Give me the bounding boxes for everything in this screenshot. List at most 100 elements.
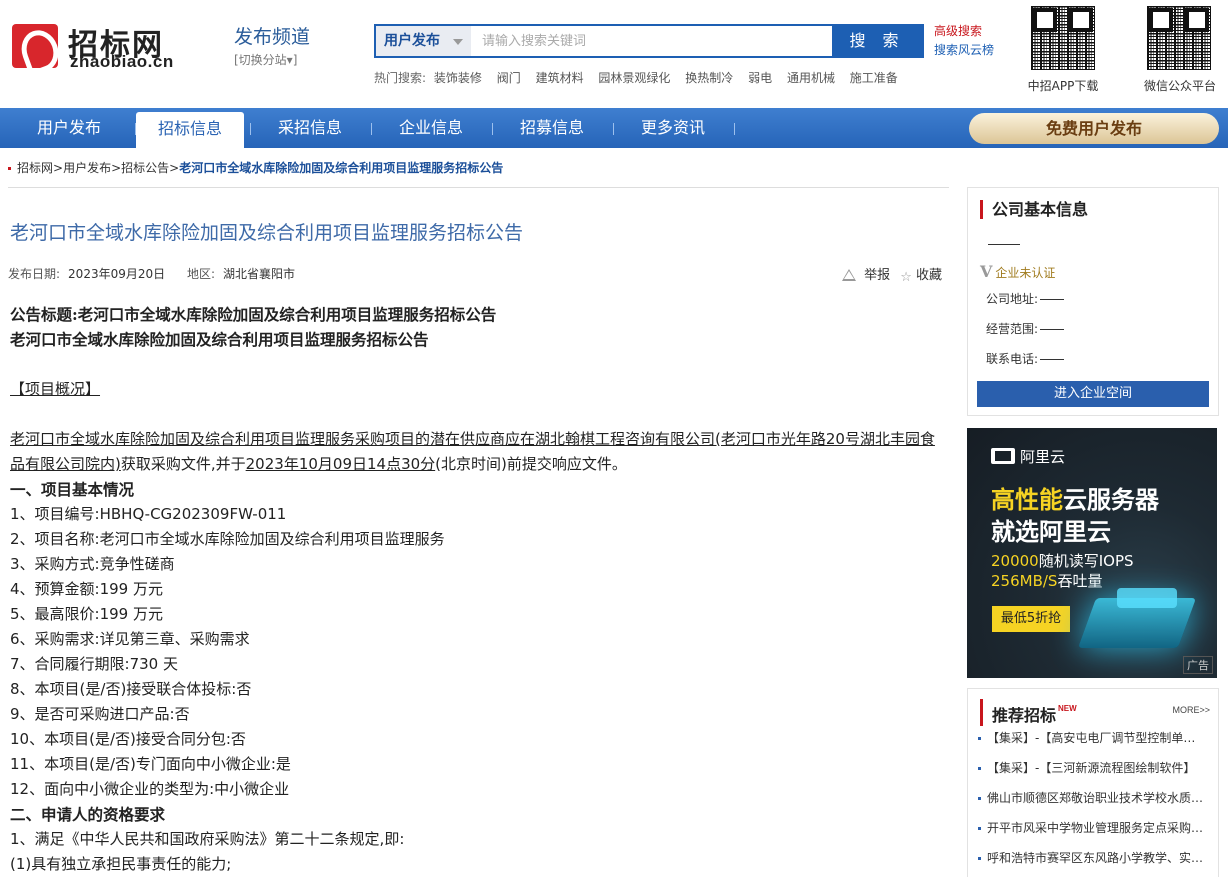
recommend-item[interactable]: 开平市风采中学物业管理服务定点采购项目 xyxy=(978,819,1206,836)
section-heading: 二、申请人的资格要求 xyxy=(10,805,166,824)
nav-divider xyxy=(250,123,251,135)
nav-item-user-publish[interactable]: 用户发布 xyxy=(22,108,116,148)
app-download-qr-icon xyxy=(1031,6,1095,70)
recommend-item-text: 【集采】-【三河新源流程图绘制软件】 xyxy=(987,761,1196,775)
breadcrumb-divider xyxy=(8,187,949,188)
basic-info-line: 12、面向中小微企业的类型为:中小微企业 xyxy=(10,780,290,798)
region-label: 地区: xyxy=(186,267,216,281)
ad-cta-button[interactable]: 最低5折抢 xyxy=(992,606,1070,632)
hot-search-item[interactable]: 建筑材料 xyxy=(536,71,584,85)
recommend-item-text: 呼和浩特市赛罕区东风路小学教学、实验设备 xyxy=(987,851,1206,865)
nav-item-company-info[interactable]: 企业信息 xyxy=(384,108,478,148)
breadcrumb-current: 老河口市全域水库除险加固及综合利用项目监理服务招标公告 xyxy=(179,161,504,175)
basic-info-line: 11、本项目(是/否)专门面向中小微企业:是 xyxy=(10,755,291,773)
ad-throughput-num: 256MB/S xyxy=(991,572,1058,590)
search-button[interactable]: 搜 索 xyxy=(832,26,922,56)
nav-divider xyxy=(492,123,493,135)
hot-search-item[interactable]: 弱电 xyxy=(748,71,772,85)
recommend-item[interactable]: 呼和浩特市赛罕区东风路小学教学、实验设备 xyxy=(978,849,1206,866)
recommend-title-text: 推荐招标 xyxy=(992,706,1057,725)
hot-search-item[interactable]: 通用机械 xyxy=(787,71,835,85)
ad-tag: 广告 xyxy=(1183,656,1213,674)
site-logo[interactable]: 招标网 zhaobiao.cn xyxy=(12,20,192,72)
nav-item-more-news[interactable]: 更多资讯 xyxy=(626,108,720,148)
aliyun-logo-icon xyxy=(991,448,1015,464)
company-address-label: 公司地址: xyxy=(986,292,1039,306)
more-link[interactable]: MORE>> xyxy=(1172,705,1210,715)
company-info-panel: 公司基本信息 V 企业未认证 公司地址: 经营范围: 联系电话: 进入企业空间 xyxy=(967,187,1219,416)
channel-block: 发布频道 [切换分站▾] xyxy=(234,22,310,68)
basic-info-line: 1、项目编号:HBHQ-CG202309FW-011 xyxy=(10,505,287,523)
aliyun-ad-banner[interactable]: 阿里云 高性能云服务器 就选阿里云 20000随机读写IOPS 256MB/S吞… xyxy=(967,428,1217,678)
main-nav: 用户发布 招标信息 采招信息 企业信息 招募信息 更多资讯 免费用户发布 xyxy=(0,108,1228,148)
hot-search-item[interactable]: 装饰装修 xyxy=(434,71,482,85)
server-top-icon xyxy=(1117,588,1177,608)
recommended-tenders-panel: 推荐招标 NEW MORE>> 【集采】-【高安屯电厂调节型控制单元】 【集采】-… xyxy=(967,688,1219,877)
search-category-label: 用户发布 xyxy=(384,33,440,49)
intro-text: 获取采购文件,并于 xyxy=(120,455,246,473)
overview-heading: 【项目概况】 xyxy=(10,380,101,398)
basic-info-line: 2、项目名称:老河口市全域水库除险加固及综合利用项目监理服务 xyxy=(10,530,445,548)
company-scope-row: 经营范围: xyxy=(986,320,1065,337)
qualification-line: (1)具有独立承担民事责任的能力; xyxy=(10,855,232,873)
notice-heading-sub: 老河口市全域水库除险加固及综合利用项目监理服务招标公告 xyxy=(10,330,429,349)
recommend-item-text: 开平市风采中学物业管理服务定点采购项目 xyxy=(987,821,1206,835)
ad-brand: 阿里云 xyxy=(991,446,1065,467)
wechat-label[interactable]: 微信公众平台 xyxy=(1133,77,1227,94)
hot-search-item[interactable]: 换热制冷 xyxy=(685,71,733,85)
verify-status-text: 企业未认证 xyxy=(995,266,1056,280)
recommend-item[interactable]: 【集采】-【高安屯电厂调节型控制单元】 xyxy=(978,729,1206,746)
hot-search-item[interactable]: 阀门 xyxy=(497,71,521,85)
app-download-label[interactable]: 中招APP下载 xyxy=(1016,77,1110,94)
breadcrumb-item[interactable]: 招标网 xyxy=(17,161,53,175)
basic-info-line: 5、最高限价:199 万元 xyxy=(10,605,163,623)
report-link[interactable]: 举报 xyxy=(864,268,890,283)
favorite-link[interactable]: 收藏 xyxy=(916,268,942,283)
bullet-icon xyxy=(8,167,11,170)
ad-throughput-text: 吞吐量 xyxy=(1057,572,1103,590)
search-input[interactable] xyxy=(472,26,834,56)
article-body: 公告标题:老河口市全域水库除险加固及综合利用项目监理服务招标公告 老河口市全域水… xyxy=(10,302,945,877)
company-phone-label: 联系电话: xyxy=(986,352,1039,366)
breadcrumb: 招标网>用户发布>招标公告>老河口市全域水库除险加固及综合利用项目监理服务招标公… xyxy=(8,159,503,176)
basic-info-line: 9、是否可采购进口产品:否 xyxy=(10,705,190,723)
search-category-select[interactable]: 用户发布 xyxy=(376,26,471,56)
advanced-search-link[interactable]: 高级搜索 xyxy=(934,22,994,41)
search-ranking-link[interactable]: 搜索风云榜 xyxy=(934,41,994,60)
hot-searches: 热门搜索: 装饰装修 阀门 建筑材料 园林景观绿化 换热制冷 弱电 通用机械 施… xyxy=(374,69,909,86)
article-title: 老河口市全域水库除险加固及综合利用项目监理服务招标公告 xyxy=(10,222,524,244)
recommend-item[interactable]: 【集采】-【三河新源流程图绘制软件】 xyxy=(978,759,1206,776)
ad-brand-text: 阿里云 xyxy=(1020,448,1066,466)
hot-search-item[interactable]: 施工准备 xyxy=(850,71,898,85)
wechat-qr-icon xyxy=(1147,6,1211,70)
channel-title: 发布频道 xyxy=(234,26,311,48)
intro-tail: (北京时间)前提交响应文件。 xyxy=(435,455,627,473)
switch-station-link[interactable]: [切换分站▾] xyxy=(234,51,310,68)
breadcrumb-item[interactable]: 招标公告 xyxy=(121,161,169,175)
chevron-down-icon xyxy=(453,39,463,45)
enter-company-space-button[interactable]: 进入企业空间 xyxy=(977,381,1209,407)
basic-info-line: 6、采购需求:详见第三章、采购需求 xyxy=(10,630,250,648)
company-scope-label: 经营范围: xyxy=(986,322,1039,336)
intro-deadline: 2023年10月09日14点30分 xyxy=(245,455,436,473)
recommend-item[interactable]: 佛山市顺德区郑敬诒职业技术学校水质检测 xyxy=(978,789,1206,806)
section-heading: 一、项目基本情况 xyxy=(10,480,135,499)
nav-item-tender-info[interactable]: 招标信息 xyxy=(136,112,244,148)
hot-search-item[interactable]: 园林景观绿化 xyxy=(598,71,670,85)
ad-headline-rest: 云服务器 xyxy=(1063,486,1159,514)
free-publish-button[interactable]: 免费用户发布 xyxy=(969,113,1219,144)
recommend-title: 推荐招标 NEW xyxy=(980,699,1077,726)
breadcrumb-item[interactable]: 用户发布 xyxy=(63,161,111,175)
qualification-line: 1、满足《中华人民共和国政府采购法》第二十二条规定,即: xyxy=(10,830,405,848)
article-actions: 举报 ☆ 收藏 xyxy=(842,264,942,285)
company-info-title: 公司基本信息 xyxy=(980,200,1088,219)
company-phone-row: 联系电话: xyxy=(986,350,1065,367)
nav-item-recruit-info[interactable]: 招募信息 xyxy=(505,108,599,148)
basic-info-line: 10、本项目(是/否)接受合同分包:否 xyxy=(10,730,246,748)
ad-throughput: 256MB/S吞吐量 xyxy=(991,570,1102,591)
ad-headline: 高性能云服务器 xyxy=(991,480,1159,515)
recommend-item-text: 【集采】-【高安屯电厂调节型控制单元】 xyxy=(987,731,1206,745)
hot-search-label: 热门搜索: xyxy=(374,71,427,85)
ad-iops-text: 随机读写IOPS xyxy=(1038,552,1134,570)
nav-item-procurement-info[interactable]: 采招信息 xyxy=(263,108,357,148)
